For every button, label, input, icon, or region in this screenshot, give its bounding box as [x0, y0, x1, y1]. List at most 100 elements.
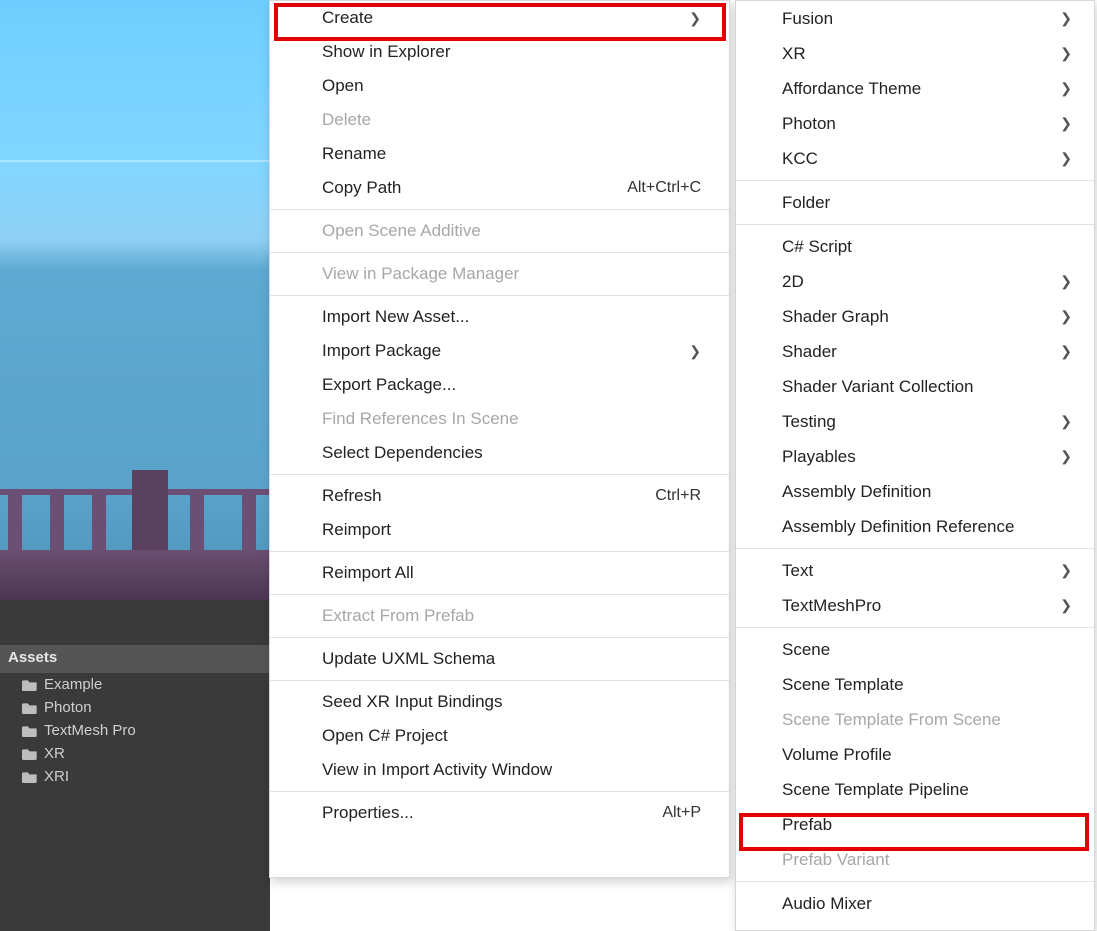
- chevron-right-icon: ❯: [1060, 80, 1072, 97]
- create-item-scene-template-from-scene: Scene Template From Scene: [736, 702, 1094, 737]
- chevron-right-icon: ❯: [1060, 150, 1072, 167]
- create-item-photon[interactable]: Photon❯: [736, 106, 1094, 141]
- create-item-scene-template[interactable]: Scene Template: [736, 667, 1094, 702]
- create-item-testing[interactable]: Testing ❯: [736, 404, 1094, 439]
- asset-folder-textmesh-pro[interactable]: TextMesh Pro: [0, 719, 270, 742]
- menu-item-label: Refresh: [322, 486, 382, 506]
- menu-item-open[interactable]: Open: [270, 69, 729, 103]
- menu-item-show-in-explorer[interactable]: Show in Explorer: [270, 35, 729, 69]
- menu-item-label: Open C# Project: [322, 726, 448, 746]
- horizon-line: [0, 160, 270, 162]
- create-item-assembly-definition[interactable]: Assembly Definition: [736, 474, 1094, 509]
- menu-item-import-package[interactable]: Import Package❯: [270, 334, 729, 368]
- create-item-folder[interactable]: Folder: [736, 185, 1094, 220]
- menu-item-label: C# Script: [782, 237, 852, 257]
- menu-item-open-scene-additive: Open Scene Additive: [270, 214, 729, 248]
- context-menu-create[interactable]: Fusion❯XR❯Affordance Theme❯Photon❯KCC❯Fo…: [735, 0, 1095, 931]
- menu-item-label: Reimport: [322, 520, 391, 540]
- menu-separator: [270, 474, 729, 475]
- menu-item-label: Scene Template From Scene: [782, 710, 1001, 730]
- menu-item-label: Fusion: [782, 9, 833, 29]
- folder-icon: [22, 678, 38, 692]
- menu-item-label: Export Package...: [322, 375, 456, 395]
- menu-item-label: View in Package Manager: [322, 264, 519, 284]
- create-item-c-script[interactable]: C# Script: [736, 229, 1094, 264]
- menu-item-label: Scene Template Pipeline: [782, 780, 969, 800]
- menu-item-label: Affordance Theme: [782, 79, 921, 99]
- menu-separator: [736, 627, 1094, 628]
- chevron-right-icon: ❯: [1060, 115, 1072, 132]
- folder-icon: [22, 701, 38, 715]
- menu-item-seed-xr-input-bindings[interactable]: Seed XR Input Bindings: [270, 685, 729, 719]
- menu-item-update-uxml-schema[interactable]: Update UXML Schema: [270, 642, 729, 676]
- create-item-shader[interactable]: Shader❯: [736, 334, 1094, 369]
- create-item-kcc[interactable]: KCC❯: [736, 141, 1094, 176]
- asset-label: TextMesh Pro: [44, 722, 136, 739]
- menu-item-label: Prefab: [782, 815, 832, 835]
- assets-list[interactable]: Example Photon TextMesh Pro XR XRI: [0, 673, 270, 788]
- create-item-assembly-definition-reference[interactable]: Assembly Definition Reference: [736, 509, 1094, 544]
- chevron-right-icon: ❯: [689, 10, 701, 27]
- menu-shortcut: Alt+P: [662, 804, 701, 822]
- menu-item-label: Open Scene Additive: [322, 221, 481, 241]
- menu-item-reimport[interactable]: Reimport: [270, 513, 729, 547]
- asset-folder-xr[interactable]: XR: [0, 742, 270, 765]
- chevron-right-icon: ❯: [1060, 10, 1072, 27]
- menu-item-label: Properties...: [322, 803, 414, 823]
- create-item-scene[interactable]: Scene: [736, 632, 1094, 667]
- menu-item-copy-path[interactable]: Copy PathAlt+Ctrl+C: [270, 171, 729, 205]
- create-item-audio-mixer[interactable]: Audio Mixer: [736, 886, 1094, 921]
- folder-icon: [22, 724, 38, 738]
- chevron-right-icon: ❯: [689, 343, 701, 360]
- context-menu-assets[interactable]: Create❯Show in ExplorerOpenDeleteRenameC…: [269, 0, 730, 878]
- create-item-text[interactable]: Text ❯: [736, 553, 1094, 588]
- asset-folder-xri[interactable]: XRI: [0, 765, 270, 788]
- chevron-right-icon: ❯: [1060, 45, 1072, 62]
- menu-separator: [270, 551, 729, 552]
- chevron-right-icon: ❯: [1060, 562, 1072, 579]
- create-item-fusion[interactable]: Fusion ❯: [736, 1, 1094, 36]
- asset-label: Example: [44, 676, 102, 693]
- menu-item-open-c-project[interactable]: Open C# Project: [270, 719, 729, 753]
- menu-item-label: Seed XR Input Bindings: [322, 692, 503, 712]
- menu-item-label: Text: [782, 561, 813, 581]
- menu-separator: [270, 252, 729, 253]
- create-item-prefab[interactable]: Prefab: [736, 807, 1094, 842]
- menu-item-label: Show in Explorer: [322, 42, 451, 62]
- chevron-right-icon: ❯: [1060, 413, 1072, 430]
- menu-item-label: Copy Path: [322, 178, 401, 198]
- create-item-xr[interactable]: XR❯: [736, 36, 1094, 71]
- create-item-affordance-theme[interactable]: Affordance Theme ❯: [736, 71, 1094, 106]
- menu-item-label: Find References In Scene: [322, 409, 519, 429]
- create-item-shader-graph[interactable]: Shader Graph❯: [736, 299, 1094, 334]
- create-item-playables[interactable]: Playables❯: [736, 439, 1094, 474]
- menu-item-refresh[interactable]: RefreshCtrl+R: [270, 479, 729, 513]
- menu-item-export-package[interactable]: Export Package...: [270, 368, 729, 402]
- menu-item-reimport-all[interactable]: Reimport All: [270, 556, 729, 590]
- create-item-textmeshpro[interactable]: TextMeshPro❯: [736, 588, 1094, 623]
- menu-separator: [736, 224, 1094, 225]
- menu-item-properties[interactable]: Properties... Alt+P: [270, 796, 729, 830]
- asset-folder-example[interactable]: Example: [0, 673, 270, 696]
- menu-item-label: Reimport All: [322, 563, 414, 583]
- menu-item-rename[interactable]: Rename: [270, 137, 729, 171]
- menu-item-label: Playables: [782, 447, 856, 467]
- menu-item-view-in-import-activity-window[interactable]: View in Import Activity Window: [270, 753, 729, 787]
- create-item-2d[interactable]: 2D❯: [736, 264, 1094, 299]
- menu-item-label: Extract From Prefab: [322, 606, 474, 626]
- create-item-volume-profile[interactable]: Volume Profile: [736, 737, 1094, 772]
- menu-item-select-dependencies[interactable]: Select Dependencies: [270, 436, 729, 470]
- asset-label: Photon: [44, 699, 92, 716]
- menu-item-create[interactable]: Create ❯: [270, 1, 729, 35]
- asset-folder-photon[interactable]: Photon: [0, 696, 270, 719]
- menu-separator: [270, 594, 729, 595]
- assets-header[interactable]: Assets: [0, 645, 270, 673]
- create-item-scene-template-pipeline[interactable]: Scene Template Pipeline: [736, 772, 1094, 807]
- create-item-shader-variant-collection[interactable]: Shader Variant Collection: [736, 369, 1094, 404]
- menu-item-label: Testing: [782, 412, 836, 432]
- asset-label: XR: [44, 745, 65, 762]
- scene-viewport[interactable]: [0, 0, 270, 600]
- menu-item-label: Create: [322, 8, 373, 28]
- menu-item-import-new-asset[interactable]: Import New Asset...: [270, 300, 729, 334]
- menu-item-label: Audio Mixer: [782, 894, 872, 914]
